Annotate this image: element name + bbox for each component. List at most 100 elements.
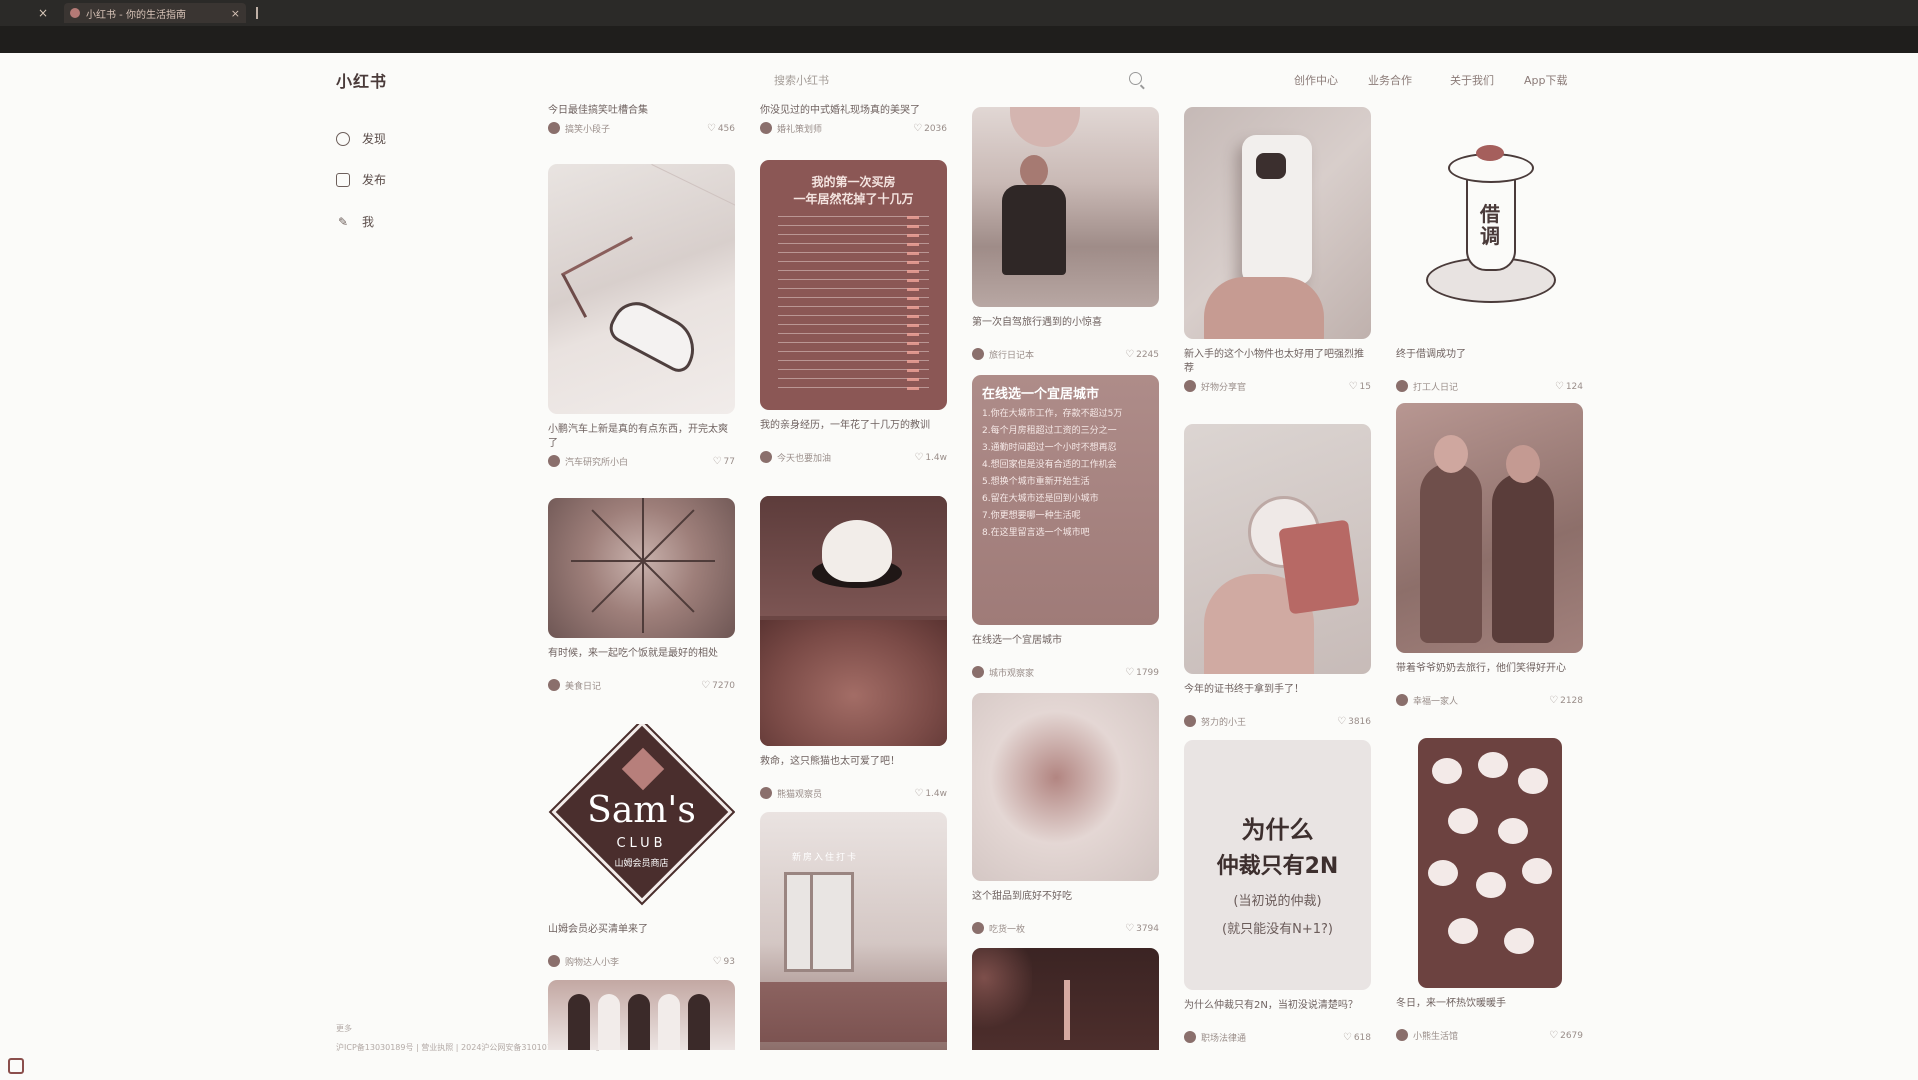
avatar[interactable] bbox=[972, 922, 984, 934]
card-cover-image[interactable]: 我的第一次买房 一年居然花掉了十几万 bbox=[760, 160, 947, 410]
feed-card[interactable]: 救命，这只熊猫也太可爱了吧！ 熊猫观察员 ♡ 1.4w bbox=[760, 496, 947, 800]
author-name[interactable]: 小熊生活馆 bbox=[1413, 1029, 1544, 1042]
like-count[interactable]: ♡ 7270 bbox=[701, 680, 735, 691]
author-name[interactable]: 熊猫观察员 bbox=[777, 787, 909, 800]
feed-card[interactable] bbox=[548, 980, 735, 1050]
card-cover-image[interactable]: 为什么 仲裁只有2N (当初说的仲裁) (就只能没有N+1?) bbox=[1184, 740, 1371, 990]
search-input[interactable]: 搜索小红书 bbox=[774, 72, 829, 88]
author-name[interactable]: 城市观察家 bbox=[989, 666, 1120, 679]
avatar[interactable] bbox=[548, 679, 560, 691]
like-count[interactable]: ♡ 456 bbox=[707, 123, 735, 134]
avatar[interactable] bbox=[972, 348, 984, 360]
like-count[interactable]: ♡ 2245 bbox=[1125, 349, 1159, 360]
like-count[interactable]: ♡ 618 bbox=[1343, 1032, 1371, 1043]
like-count[interactable]: ♡ 77 bbox=[713, 456, 735, 467]
avatar[interactable] bbox=[1184, 1031, 1196, 1043]
feed-card[interactable]: 小鹏汽车上新是真的有点东西，开完太爽了 汽车研究所小白 ♡ 77 bbox=[548, 164, 735, 468]
avatar[interactable] bbox=[1184, 715, 1196, 727]
avatar[interactable] bbox=[1396, 694, 1408, 706]
feed-card[interactable]: 今年的证书终于拿到手了！ 努力的小王 ♡ 3816 bbox=[1184, 424, 1371, 728]
card-cover-image[interactable] bbox=[548, 498, 735, 638]
author-name[interactable]: 汽车研究所小白 bbox=[565, 455, 708, 468]
heart-icon[interactable]: ♡ bbox=[1549, 695, 1558, 706]
search-icon[interactable] bbox=[1129, 72, 1142, 85]
author-name[interactable]: 搞笑小段子 bbox=[565, 122, 702, 135]
heart-icon[interactable]: ♡ bbox=[701, 680, 710, 691]
heart-icon[interactable]: ♡ bbox=[1549, 1030, 1558, 1041]
heart-icon[interactable]: ♡ bbox=[1125, 349, 1134, 360]
like-count[interactable]: ♡ 2679 bbox=[1549, 1030, 1583, 1041]
card-cover-image[interactable]: 新房入住打卡 bbox=[760, 812, 947, 1050]
author-name[interactable]: 努力的小王 bbox=[1201, 715, 1332, 728]
card-cover-image[interactable] bbox=[548, 980, 735, 1050]
sidebar-item-publish[interactable]: 发布 bbox=[336, 171, 386, 188]
like-count[interactable]: ♡ 93 bbox=[713, 956, 735, 967]
like-count[interactable]: ♡ 3816 bbox=[1337, 716, 1371, 727]
card-cover-image[interactable]: 借调 bbox=[1396, 107, 1583, 339]
avatar[interactable] bbox=[1396, 1029, 1408, 1041]
heart-icon[interactable]: ♡ bbox=[1343, 1032, 1352, 1043]
card-cover-image[interactable] bbox=[1184, 107, 1371, 339]
taskbar-app-icon[interactable] bbox=[8, 1058, 24, 1074]
avatar[interactable] bbox=[760, 451, 772, 463]
heart-icon[interactable]: ♡ bbox=[1349, 381, 1358, 392]
nav-about[interactable]: 关于我们 bbox=[1450, 72, 1494, 88]
sidebar-more-link[interactable]: 更多 bbox=[336, 1023, 352, 1034]
feed-card[interactable]: 这个甜品到底好不好吃 吃货一枚 ♡ 3794 bbox=[972, 693, 1159, 935]
feed-card[interactable]: 今日最佳搞笑吐槽合集 搞笑小段子 ♡ 456 bbox=[548, 104, 735, 135]
card-cover-image[interactable] bbox=[972, 107, 1159, 307]
feed-card[interactable]: 你没见过的中式婚礼现场真的美哭了 婚礼策划师 ♡ 2036 bbox=[760, 104, 947, 135]
heart-icon[interactable]: ♡ bbox=[914, 452, 923, 463]
feed-card[interactable]: 借调 终于借调成功了 打工人日记 ♡ 124 bbox=[1396, 107, 1583, 393]
author-name[interactable]: 幸福一家人 bbox=[1413, 694, 1544, 707]
card-cover-image[interactable] bbox=[1418, 738, 1562, 988]
feed-card[interactable]: 新房入住打卡 bbox=[760, 812, 947, 1050]
like-count[interactable]: ♡ 2128 bbox=[1549, 695, 1583, 706]
avatar[interactable] bbox=[760, 787, 772, 799]
feed-card[interactable]: Sam's CLUB 山姆会员商店 山姆会员必买清单来了 购物达人小李 ♡ 93 bbox=[548, 724, 735, 968]
card-cover-image[interactable]: Sam's CLUB 山姆会员商店 bbox=[548, 724, 735, 914]
avatar[interactable] bbox=[548, 122, 560, 134]
search-bar[interactable]: 搜索小红书 bbox=[766, 69, 1150, 91]
like-count[interactable]: ♡ 1.4w bbox=[914, 452, 947, 463]
card-cover-image[interactable] bbox=[1184, 424, 1371, 674]
card-cover-image[interactable] bbox=[972, 693, 1159, 881]
feed-card[interactable]: 有时候，来一起吃个饭就是最好的相处 美食日记 ♡ 7270 bbox=[548, 498, 735, 692]
tab-close-icon[interactable]: × bbox=[231, 7, 240, 20]
heart-icon[interactable]: ♡ bbox=[713, 456, 722, 467]
author-name[interactable]: 婚礼策划师 bbox=[777, 122, 908, 135]
author-name[interactable]: 吃货一枚 bbox=[989, 922, 1120, 935]
author-name[interactable]: 购物达人小李 bbox=[565, 955, 708, 968]
card-cover-image[interactable] bbox=[548, 164, 735, 414]
nav-app-download[interactable]: App下载 bbox=[1524, 72, 1568, 88]
avatar[interactable] bbox=[548, 455, 560, 467]
heart-icon[interactable]: ♡ bbox=[1125, 923, 1134, 934]
author-name[interactable]: 打工人日记 bbox=[1413, 380, 1550, 393]
card-cover-image[interactable] bbox=[1396, 403, 1583, 653]
like-count[interactable]: ♡ 1799 bbox=[1125, 667, 1159, 678]
heart-icon[interactable]: ♡ bbox=[713, 956, 722, 967]
nav-creator-center[interactable]: 创作中心 bbox=[1294, 72, 1338, 88]
heart-icon[interactable]: ♡ bbox=[1125, 667, 1134, 678]
card-cover-image[interactable]: 在线选一个宜居城市 1.你在大城市工作，存款不超过5万 2.每个月房租超过工资的… bbox=[972, 375, 1159, 625]
feed-card[interactable]: 冬日，来一杯热饮暖暖手 小熊生活馆 ♡ 2679 bbox=[1396, 738, 1583, 1042]
heart-icon[interactable]: ♡ bbox=[1555, 381, 1564, 392]
author-name[interactable]: 美食日记 bbox=[565, 679, 696, 692]
avatar[interactable] bbox=[1184, 380, 1196, 392]
feed-card[interactable]: 带着爷爷奶奶去旅行，他们笑得好开心 幸福一家人 ♡ 2128 bbox=[1396, 403, 1583, 707]
avatar[interactable] bbox=[548, 955, 560, 967]
card-cover-image[interactable] bbox=[760, 496, 947, 746]
author-name[interactable]: 职场法律通 bbox=[1201, 1031, 1338, 1044]
sidebar-item-discover[interactable]: 发现 bbox=[336, 130, 386, 147]
like-count[interactable]: ♡ 3794 bbox=[1125, 923, 1159, 934]
feed-card[interactable] bbox=[972, 948, 1159, 1050]
feed-card[interactable]: 我的第一次买房 一年居然花掉了十几万 我的亲身经历，一年花了十几万的教训 今天也… bbox=[760, 160, 947, 464]
window-close-icon[interactable]: × bbox=[34, 4, 52, 22]
browser-tab[interactable]: 小红书 - 你的生活指南 × bbox=[64, 3, 246, 23]
heart-icon[interactable]: ♡ bbox=[914, 788, 923, 799]
site-logo[interactable]: 小红书 bbox=[336, 68, 387, 92]
feed-card[interactable]: 第一次自驾旅行遇到的小惊喜 旅行日记本 ♡ 2245 bbox=[972, 107, 1159, 361]
author-name[interactable]: 旅行日记本 bbox=[989, 348, 1120, 361]
nav-business[interactable]: 业务合作 bbox=[1368, 72, 1412, 88]
avatar[interactable] bbox=[1396, 380, 1408, 392]
